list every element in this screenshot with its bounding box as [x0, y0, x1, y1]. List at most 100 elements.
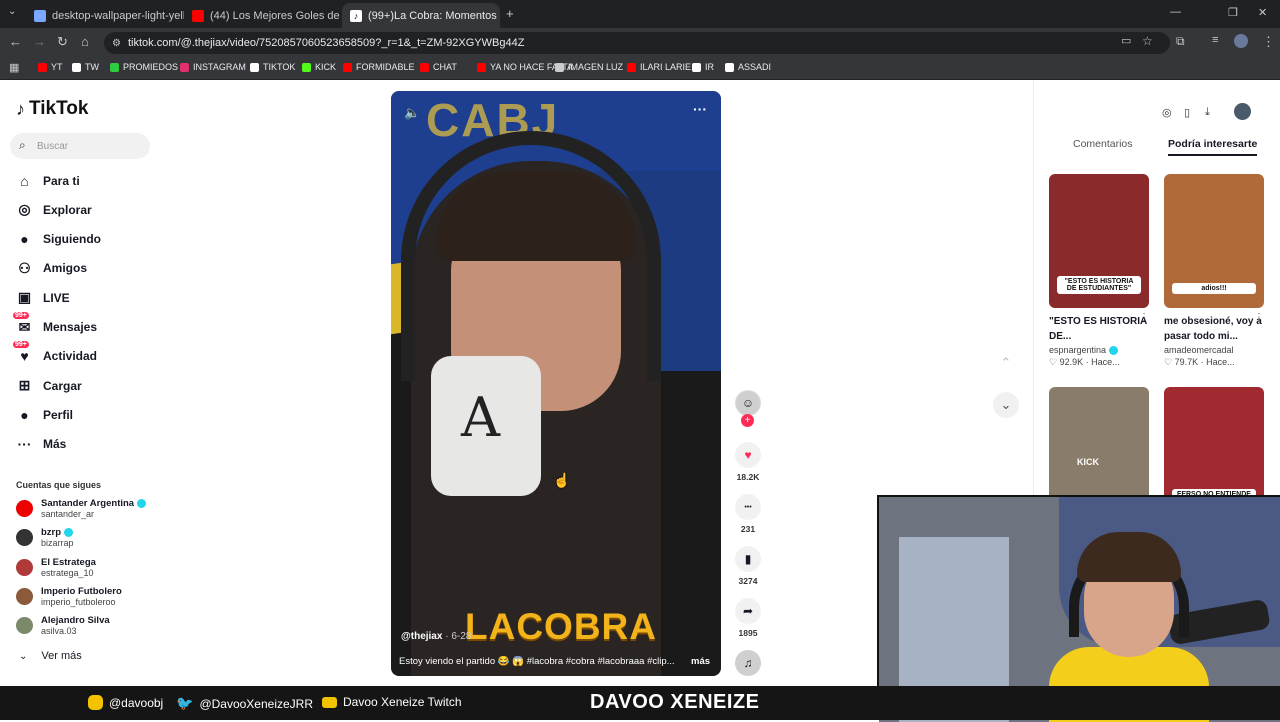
live-icon: ▣ [17, 289, 32, 306]
reading-list-icon[interactable]: ≡ [1212, 34, 1218, 46]
notification-badge: 99+ [13, 311, 29, 319]
apps-grid-icon[interactable]: ▦ [9, 61, 19, 74]
new-tab-icon[interactable]: + [506, 6, 514, 21]
address-bar[interactable]: ⚙ tiktok.com/@.thejiax/video/75208570605… [104, 32, 1170, 54]
instagram-text: @davoobj [109, 695, 164, 710]
restore-icon[interactable]: ❐ [1228, 6, 1238, 19]
bookmark-yt[interactable]: YT [38, 62, 63, 72]
see-more-label: Ver más [41, 650, 82, 662]
forward-icon[interactable]: → [33, 34, 46, 49]
cast-icon[interactable]: ▭ [1121, 34, 1131, 47]
nav-label: Amigos [43, 261, 88, 276]
tab-title: (44) Los Mejores Goles de Tiro [210, 9, 342, 22]
device-icon[interactable]: ▯ [1184, 106, 1190, 119]
back-icon[interactable]: ← [9, 34, 22, 49]
volume-icon[interactable]: 🔈 [404, 105, 420, 121]
bookmark-assadi[interactable]: ASSADI [725, 62, 771, 72]
suggested-user[interactable]: amadeomercadal [1164, 345, 1234, 355]
tab-tiktok[interactable]: ♪ (99+)La Cobra: Momentos ✕ [342, 3, 500, 28]
bookmark-imagen-luz[interactable]: IMAGEN LUZ [555, 62, 623, 72]
site-info-icon[interactable]: ⚙ [112, 38, 121, 49]
following-account[interactable]: Imperio Futbolero imperio_futboleroo [16, 586, 122, 607]
nav-item-actividad[interactable]: ♥ 99+ Actividad [13, 340, 97, 365]
bookmark-promiedos[interactable]: PROMIEDOS [110, 62, 178, 72]
tab-title: (99+)La Cobra: Momentos [368, 9, 497, 22]
suggested-video-card[interactable]: adios!!! me obsesioné, voy a pasar todo m… [1164, 174, 1264, 368]
comment-button[interactable]: ••• 231 [735, 494, 761, 534]
save-button[interactable]: ▮ 3274 [735, 546, 761, 586]
close-window-icon[interactable]: ✕ [1258, 6, 1267, 19]
home-icon[interactable]: ⌂ [81, 34, 89, 49]
bookmark-chat[interactable]: CHAT [420, 62, 457, 72]
nav-item-perfil[interactable]: ● Perfil [16, 406, 73, 423]
more-options-icon[interactable]: ··· [693, 101, 707, 117]
home-icon: ⌂ [20, 172, 29, 189]
kebab-menu-icon[interactable]: ⋮ [1139, 312, 1149, 323]
nav-item-para-ti[interactable]: ⌂ Para ti [16, 172, 79, 189]
bookmark-star-icon[interactable]: ☆ [1142, 34, 1153, 48]
tab-youtube[interactable]: (44) Los Mejores Goles de Tiro ✕ [184, 3, 342, 28]
bookmark-favicon-icon [420, 62, 429, 72]
suggested-video-card[interactable]: "ESTO ES HISTORIA DE ESTUDIANTES" "ESTO E… [1049, 174, 1149, 368]
reload-icon[interactable]: ↻ [57, 34, 68, 50]
user-avatar[interactable] [1234, 103, 1251, 120]
menu-icon[interactable]: ⋮ [1262, 34, 1275, 50]
nav-item-live[interactable]: ▣ LIVE [16, 289, 70, 306]
tab-search-icon[interactable]: ⌄ [8, 6, 16, 17]
bookmark-label: CHAT [433, 62, 457, 72]
bookmark-formidable[interactable]: FORMIDABLE [343, 62, 415, 72]
bookmark-favicon-icon [555, 62, 564, 72]
bookmark-tw[interactable]: TW [72, 62, 99, 72]
avatar[interactable]: ☺ [735, 390, 761, 416]
explore-icon[interactable]: ◎ [1162, 106, 1172, 119]
video-player[interactable]: CABJ A LACOBRA 🔈 ··· @thejiax · 6-28 Est… [391, 91, 721, 676]
see-more-button[interactable]: ⌄ Ver más [16, 650, 82, 662]
nav-item-más[interactable]: ··· Más [16, 436, 67, 453]
nav-item-amigos[interactable]: ⚇ Amigos [16, 260, 87, 277]
nav-item-mensajes[interactable]: ✉ 99+ Mensajes [13, 311, 98, 336]
bookmark-ir[interactable]: IR [692, 62, 714, 72]
bookmark-tiktok[interactable]: TIKTOK [250, 62, 295, 72]
url-text: tiktok.com/@.thejiax/video/7520857060523… [128, 37, 525, 49]
kebab-menu-icon[interactable]: ⋮ [1254, 312, 1264, 323]
nav-label: Mensajes [43, 320, 98, 334]
twitter-bird-icon: 🐦 [176, 695, 194, 711]
profile-avatar[interactable] [1234, 34, 1248, 48]
author-handle[interactable]: @thejiax [401, 631, 442, 642]
share-button[interactable]: ➦ 1895 [735, 598, 761, 638]
nav-item-explorar[interactable]: ◎ Explorar [16, 201, 91, 218]
bookmark-ilari-larie[interactable]: ILARI LARIE [627, 62, 691, 72]
author-avatar[interactable]: ☺ [735, 390, 761, 416]
sound-avatar[interactable]: ♫ [735, 650, 761, 676]
tab-wallpaper[interactable]: desktop-wallpaper-light-yellow ✕ [26, 3, 184, 28]
account-handle: estratega_10 [41, 567, 94, 578]
nav-item-cargar[interactable]: ⊞ Cargar [16, 377, 82, 394]
tab-comments[interactable]: Comentarios [1073, 138, 1133, 150]
logo-text: TikTok [29, 98, 89, 119]
stream-social-bar: @davoobj 🐦 @DavooXeneizeJRR Davoo Xeneiz… [0, 686, 1280, 720]
tab-suggested[interactable]: Podría interesarte [1168, 138, 1258, 156]
following-account[interactable]: El Estratega estratega_10 [16, 557, 96, 578]
video-author[interactable]: @thejiax · 6-28 [401, 631, 471, 642]
suggested-user[interactable]: espnargentina [1049, 345, 1106, 355]
follow-plus-button[interactable]: + [741, 414, 754, 427]
following-account[interactable]: bzrp bizarrap [16, 527, 74, 548]
extensions-icon[interactable]: ⧉ [1176, 34, 1185, 49]
tiktok-logo[interactable]: ♪ TikTok [16, 98, 88, 120]
caption-more-link[interactable]: más [691, 656, 710, 667]
video-thumbnail[interactable]: "ESTO ES HISTORIA DE ESTUDIANTES" [1049, 174, 1149, 308]
following-account[interactable]: Santander Argentina santander_ar [16, 498, 147, 519]
avatar [16, 500, 33, 517]
video-thumbnail[interactable]: adios!!! [1164, 174, 1264, 308]
following-account[interactable]: Alejandro Silva asilva.03 [16, 615, 110, 636]
search-input[interactable]: ⌕ Buscar [10, 133, 150, 159]
previous-video-button[interactable]: ⌃ [993, 350, 1019, 376]
bookmark-kick[interactable]: KICK [302, 62, 336, 72]
like-button[interactable]: ♥ 18.2K [735, 442, 761, 482]
nav-item-siguiendo[interactable]: ● Siguiendo [16, 231, 101, 248]
minimize-icon[interactable]: — [1170, 6, 1181, 18]
download-icon[interactable]: ⤓ [1205, 106, 1210, 119]
verified-icon [1109, 346, 1119, 356]
next-video-button[interactable]: ⌄ [993, 392, 1019, 418]
bookmark-instagram[interactable]: INSTAGRAM [180, 62, 246, 72]
